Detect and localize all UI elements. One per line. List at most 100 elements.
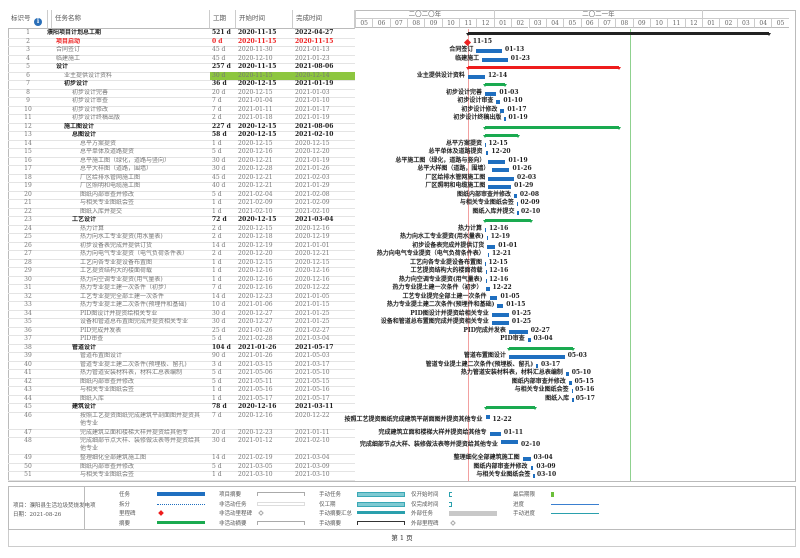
summary-bar[interactable] xyxy=(482,219,533,223)
table-row[interactable]: 11 初步设计终稿出版 2 d 2021-01-18 2021-01-19 xyxy=(8,114,355,123)
table-row[interactable]: 32 工艺专业提完全部土建一次条件 14 d 2020-12-23 2021-01-05 xyxy=(8,293,355,302)
table-row[interactable]: 45 建筑设计 78 d 2020-12-16 2021-03-11 xyxy=(8,403,355,412)
table-row[interactable]: 22 图纸入库并提交 1 d 2021-02-10 2021-02-10 xyxy=(8,208,355,217)
task-bar[interactable] xyxy=(536,363,538,368)
table-row[interactable]: 35 设备和管道总布置图完成并提资相关专业 30 d 2020-12-27 2021-0… xyxy=(8,318,355,327)
table-row[interactable]: 21 与相关专业图纸会签 1 d 2021-02-09 2021-02-09 xyxy=(8,199,355,208)
task-bar[interactable] xyxy=(572,397,574,402)
task-bar[interactable] xyxy=(497,304,504,308)
task-bar[interactable] xyxy=(517,210,519,215)
table-row[interactable]: 9 初步设计审查 7 d 2021-01-04 2021-01-10 xyxy=(8,97,355,106)
task-bar[interactable] xyxy=(568,380,572,385)
table-row[interactable]: 18 厂区给排水管网施工图 45 d 2020-12-21 2021-02-03 xyxy=(8,174,355,183)
table-row[interactable]: 44 图纸入库 1 d 2021-05-17 2021-05-17 xyxy=(8,395,355,404)
table-row[interactable]: 26 初步设备表完成并提供订货 14 d 2020-12-19 2021-01-01 xyxy=(8,242,355,251)
table-row[interactable]: 33 热力专业提土建二次条件(预埋件和基础) 10 d 2021-01-06 2021-… xyxy=(8,301,355,310)
table-row[interactable]: 1 濮阳项目计划总工期 521 d 2020-11-15 2022-04-27 xyxy=(8,29,355,38)
table-row[interactable]: 51 与相关专业图纸会签 1 d 2021-03-10 2021-03-10 xyxy=(8,471,355,480)
col-header-id[interactable]: 标识号 xyxy=(8,10,48,29)
task-bar[interactable] xyxy=(508,329,528,334)
table-row[interactable]: 6 业主提供设计资料 30 d 2020-11-15 2020-12-14 xyxy=(8,71,355,80)
summary-bar[interactable] xyxy=(482,125,621,130)
table-row[interactable]: 50 图纸内部审查并修改 5 d 2021-03-05 2021-03-09 xyxy=(8,463,355,472)
summary-bar[interactable] xyxy=(465,32,771,36)
table-row[interactable]: 19 厂区照明和电缆施工图 40 d 2020-12-21 2021-01-29 xyxy=(8,182,355,191)
table-row[interactable]: 38 管道设计 104 d 2021-01-26 2021-05-17 xyxy=(8,344,355,353)
task-bar[interactable] xyxy=(565,372,569,376)
table-row[interactable]: 3 合同签订 45 d 2020-11-30 2021-01-13 xyxy=(8,46,355,55)
task-bar[interactable] xyxy=(476,49,503,53)
table-row[interactable]: 39 管道布置图设计 90 d 2021-01-26 2021-05-03 xyxy=(8,352,355,361)
task-bar[interactable] xyxy=(508,355,565,359)
task-bar[interactable] xyxy=(571,389,574,393)
task-bar[interactable] xyxy=(492,168,510,172)
table-row[interactable]: 24 热力计算 2 d 2020-12-15 2020-12-16 xyxy=(8,225,355,234)
table-row[interactable]: 28 工艺向各专业提设备布置图 1 d 2020-12-15 2020-12-15 xyxy=(8,259,355,268)
table-row[interactable]: 36 PID完成并发表 25 d 2021-01-26 2021-02-27 xyxy=(8,327,355,336)
task-bar[interactable] xyxy=(489,295,498,300)
table-row[interactable]: 5 设计 257 d 2020-11-15 2021-08-06 xyxy=(8,63,355,72)
table-row[interactable]: 48 完成细部节点大样、装修做法表等并提资给其他专业 30 d 2021-01-12 2… xyxy=(8,437,355,454)
table-row[interactable]: 31 热力专业提土建一次条件（初步） 7 d 2020-12-16 2020-12-22 xyxy=(8,284,355,293)
table-row[interactable]: 30 热力向空调专业提资(用气量表) 1 d 2020-12-16 2020-12-16 xyxy=(8,276,355,285)
table-row[interactable]: 49 整理细化全部建筑施工图 14 d 2021-02-19 2021-03-04 xyxy=(8,454,355,463)
task-bar[interactable] xyxy=(488,159,506,164)
summary-bar[interactable] xyxy=(483,406,537,410)
task-bar[interactable] xyxy=(484,142,487,147)
col-header-duration[interactable]: 工期 xyxy=(210,10,236,29)
table-row[interactable]: 7 初步设计 36 d 2020-12-15 2021-01-19 xyxy=(8,80,355,89)
summary-bar[interactable] xyxy=(482,134,521,138)
summary-bar[interactable] xyxy=(482,83,507,87)
task-bar[interactable] xyxy=(485,270,488,274)
table-row[interactable]: 20 图纸内部审查并修改 5 d 2021-02-04 2021-02-08 xyxy=(8,191,355,200)
task-bar[interactable] xyxy=(488,185,512,189)
task-bar[interactable] xyxy=(486,236,489,240)
task-bar[interactable] xyxy=(533,474,535,478)
task-bar[interactable] xyxy=(467,74,485,79)
task-bar[interactable] xyxy=(504,117,506,121)
task-bar[interactable] xyxy=(491,312,509,317)
task-bar[interactable] xyxy=(516,202,519,206)
table-row[interactable]: 17 总平大样图（道路，围墙） 30 d 2020-12-28 2021-01-26 xyxy=(8,165,355,174)
task-bar[interactable] xyxy=(527,338,531,342)
table-row[interactable]: 16 总平施工图（绿化，道路与竖向） 30 d 2020-12-21 2021-01-1… xyxy=(8,157,355,166)
task-bar[interactable] xyxy=(485,414,490,419)
task-bar[interactable] xyxy=(488,176,514,181)
task-bar[interactable] xyxy=(484,261,487,266)
task-bar[interactable] xyxy=(500,440,518,444)
task-bar[interactable] xyxy=(485,278,488,283)
task-bar[interactable] xyxy=(500,108,505,113)
table-row[interactable]: 13 总图设计 58 d 2020-12-15 2021-02-10 xyxy=(8,131,355,140)
table-row[interactable]: 37 PID审查 5 d 2021-02-28 2021-03-04 xyxy=(8,335,355,344)
table-row[interactable]: 34 PID图设计并提资给相关专业 30 d 2020-12-27 2021-01-25 xyxy=(8,310,355,319)
table-row[interactable]: 27 热力向电气专业提资（电气负荷条件表） 2 d 2020-12-20 2020-12… xyxy=(8,250,355,259)
table-row[interactable]: 40 管道专业提土建二次条件(预埋板、留孔) 3 d 2021-03-15 2021-0… xyxy=(8,361,355,370)
task-bar[interactable] xyxy=(514,193,517,198)
table-row[interactable]: 42 图纸内部审查并修改 5 d 2021-05-11 2021-05-15 xyxy=(8,378,355,387)
col-header-start[interactable]: 开始时间 xyxy=(236,10,293,29)
task-bar[interactable] xyxy=(487,244,496,249)
table-row[interactable]: 41 热力管道安装材料表，材料汇总表编制 5 d 2021-05-06 2021-05-… xyxy=(8,369,355,378)
table-row[interactable]: 2 项目启动 0 d 2020-11-15 2020-11-15 xyxy=(8,38,355,47)
table-row[interactable]: 23 工艺设计 72 d 2020-12-15 2021-03-04 xyxy=(8,216,355,225)
table-row[interactable]: 29 工艺提资结构大的楼面荷载 1 d 2020-12-16 2020-12-16 xyxy=(8,267,355,276)
col-header-name[interactable]: 任务名称 xyxy=(52,10,210,29)
table-row[interactable]: 4 临建施工 45 d 2020-12-10 2021-01-23 xyxy=(8,55,355,64)
table-row[interactable]: 46 按照工艺提资图纸完成建筑平剖面图并提资其他专业 7 d 2020-12-16 20… xyxy=(8,412,355,429)
task-bar[interactable] xyxy=(484,91,497,96)
task-bar[interactable] xyxy=(522,457,531,461)
summary-bar[interactable] xyxy=(506,346,575,351)
summary-bar[interactable] xyxy=(465,66,621,70)
col-header-finish[interactable]: 完成时间 xyxy=(293,10,355,29)
task-bar[interactable] xyxy=(496,100,501,104)
table-row[interactable]: 10 初步设计修改 7 d 2021-01-11 2021-01-17 xyxy=(8,106,355,115)
task-bar[interactable] xyxy=(482,57,508,62)
task-bar[interactable] xyxy=(484,227,487,232)
task-bar[interactable] xyxy=(485,151,489,155)
table-row[interactable]: 15 总平单体及道路提资 5 d 2020-12-16 2020-12-20 xyxy=(8,148,355,157)
table-row[interactable]: 43 与相关专业图纸会签 1 d 2021-05-16 2021-05-16 xyxy=(8,386,355,395)
task-bar[interactable] xyxy=(491,321,509,325)
task-bar[interactable] xyxy=(530,465,534,470)
table-row[interactable]: 8 初步设计完善 20 d 2020-12-15 2021-01-03 xyxy=(8,89,355,98)
table-row[interactable]: 47 完成建筑立面和楼梯大样并提资给其他专 20 d 2020-12-23 2021-0… xyxy=(8,429,355,438)
